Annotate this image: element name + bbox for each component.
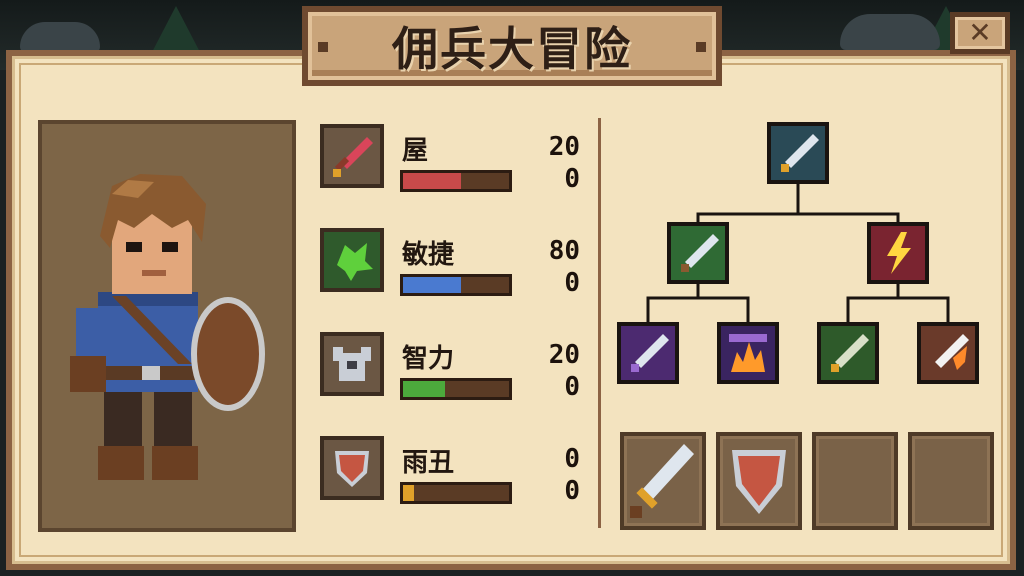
inventory-slot-empty[interactable] [812,432,898,530]
stat-value: 20 [548,340,580,370]
stat-bar [400,482,512,504]
stat-bar-fill [403,485,414,501]
purple-fire-skill-icon[interactable] [717,322,779,384]
inventory-slot[interactable] [620,432,706,530]
stat-bar [400,378,512,400]
rock-silhouette [840,14,940,50]
flame-sword-skill-icon[interactable] [917,322,979,384]
title-plate: 佣兵大冒险 [302,6,722,86]
stat-bonus-value: 0 [564,164,580,194]
stat-label: 雨丑 [402,448,455,478]
stat-value: 80 [548,236,580,266]
stat-bonus-value: 0 [564,476,580,506]
purple-sword-skill-icon[interactable] [617,322,679,384]
steel-sword-icon [630,444,694,518]
sword-icon [320,124,384,188]
stat-label: 智力 [402,344,455,374]
stat-bonus-value: 0 [564,372,580,402]
sword-skill-icon[interactable] [767,122,829,184]
stat-bar [400,170,512,192]
silver-helmet-icon [320,332,384,396]
stat-bar-fill [403,173,462,189]
stat-row-strength: 屋 20 0 [320,124,580,196]
mercenary-hero-sprite [70,174,265,480]
stat-bar-fill [403,277,462,293]
lightning-skill-icon[interactable] [867,222,929,284]
inventory-slot[interactable] [716,432,802,530]
stat-value: 0 [564,444,580,474]
rock-silhouette [20,22,100,52]
red-shield-icon [732,450,786,514]
stat-row-intelligence: 智力 20 0 [320,332,580,404]
inventory-slot-empty[interactable] [908,432,994,530]
stat-row-agility: 敏捷 80 0 [320,228,580,300]
red-shield-icon [320,436,384,500]
stat-bonus-value: 0 [564,268,580,298]
stat-label: 敏捷 [402,240,455,270]
tree-silhouette [150,6,202,56]
stat-value: 20 [548,132,580,162]
green-splash-icon [320,228,384,292]
page-title: 佣兵大冒险 [392,22,632,76]
stat-bar-fill [403,381,446,397]
green-sword-skill-icon[interactable] [667,222,729,284]
character-portrait [38,120,296,532]
close-icon: ✕ [968,16,992,49]
stat-row-defense: 雨丑 0 0 [320,436,580,508]
close-button[interactable]: ✕ [950,12,1010,54]
stat-label: 屋 [402,136,429,166]
stat-bar [400,274,512,296]
green-blade-skill-icon[interactable] [817,322,879,384]
